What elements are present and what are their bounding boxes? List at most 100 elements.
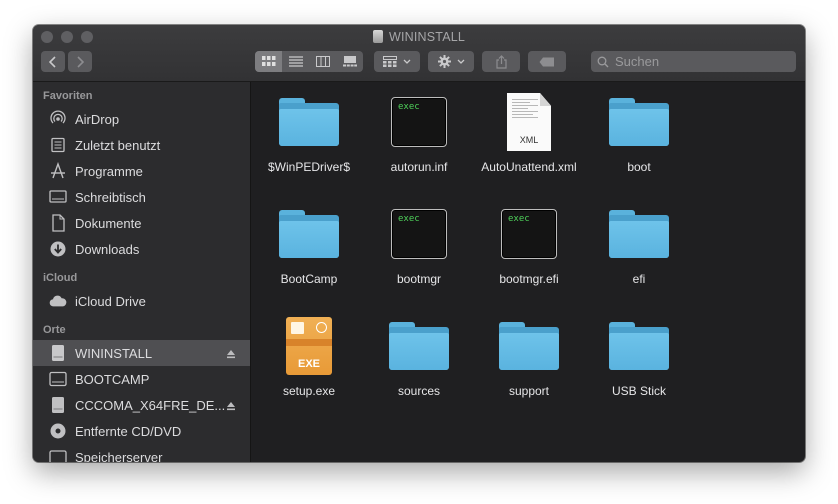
applications-icon	[49, 162, 67, 180]
sidebar-item-speicherserver[interactable]: Speicherserver	[33, 444, 250, 462]
share-icon	[495, 54, 507, 69]
server-icon	[49, 448, 67, 462]
file-item[interactable]: support	[474, 316, 584, 398]
sidebar-item-schreibtisch[interactable]: Schreibtisch	[33, 184, 250, 210]
file-item[interactable]: $WinPEDriver$	[254, 92, 364, 174]
sidebar-item-label: Dokumente	[75, 215, 142, 231]
sidebar-item-label: Programme	[75, 163, 143, 179]
file-name: support	[508, 384, 550, 398]
chevron-left-icon	[49, 55, 56, 68]
forward-button[interactable]	[68, 51, 92, 72]
sidebar-item-zuletzt-benutzt[interactable]: Zuletzt benutzt	[33, 132, 250, 158]
view-switcher	[255, 51, 363, 72]
sidebar-item-cccoma[interactable]: CCCOMA_X64FRE_DE...	[33, 392, 250, 418]
sidebar-item-label: CCCOMA_X64FRE_DE...	[75, 397, 226, 413]
file-name: boot	[627, 160, 651, 174]
sidebar-item-label: Speicherserver	[75, 449, 163, 463]
sidebar-item-label: Downloads	[75, 241, 140, 257]
file-item[interactable]: exec bootmgr.efi	[474, 204, 584, 286]
sidebar-item-label: Schreibtisch	[75, 189, 146, 205]
file-grid: $WinPEDriver$ exec autorun.inf XML AutoU…	[251, 82, 805, 462]
folder-icon	[254, 92, 364, 152]
cd-icon	[49, 422, 67, 440]
sidebar-item-airdrop[interactable]: AirDrop	[33, 106, 250, 132]
file-item[interactable]: sources	[364, 316, 474, 398]
eject-icon[interactable]	[226, 399, 236, 414]
sidebar-item-bootcamp[interactable]: BOOTCAMP	[33, 366, 250, 392]
file-item[interactable]: EXE setup.exe	[254, 316, 364, 398]
grid-icon	[261, 56, 275, 66]
cloud-icon	[49, 292, 67, 310]
recents-icon	[49, 136, 67, 154]
sidebar-item-icloud-drive[interactable]: iCloud Drive	[33, 288, 250, 314]
folder-icon	[584, 316, 694, 376]
sidebar-item-entfernte-cd-dvd[interactable]: Entfernte CD/DVD	[33, 418, 250, 444]
list-view-button[interactable]	[282, 51, 309, 72]
folder-icon	[584, 92, 694, 152]
file-item[interactable]: exec bootmgr	[364, 204, 474, 286]
list-icon	[288, 56, 303, 67]
finder-window: WININSTALL Suchen Favoriten AirDrop Zule…	[33, 25, 805, 462]
file-name: AutoUnattend.xml	[481, 160, 577, 174]
exec-icon: exec	[364, 204, 474, 264]
sidebar-section-orte: Orte	[43, 324, 66, 336]
folder-icon	[474, 316, 584, 376]
icon-view-button[interactable]	[255, 51, 282, 72]
file-item[interactable]: efi	[584, 204, 694, 286]
downloads-icon	[49, 240, 67, 258]
sidebar-item-dokumente[interactable]: Dokumente	[33, 210, 250, 236]
file-name: USB Stick	[611, 384, 666, 398]
chevron-right-icon	[77, 55, 84, 68]
tags-button[interactable]	[528, 51, 566, 72]
file-item[interactable]: exec autorun.inf	[364, 92, 474, 174]
sidebar-section-icloud: iCloud	[43, 272, 78, 284]
disk-icon	[49, 370, 67, 388]
search-icon	[597, 56, 609, 67]
disk-title-icon	[372, 30, 383, 43]
disk-icon	[49, 344, 67, 362]
exec-icon: exec	[364, 92, 474, 152]
exec-icon: exec	[474, 204, 584, 264]
group-button[interactable]	[374, 51, 420, 72]
folder-icon	[254, 204, 364, 264]
file-name: efi	[632, 272, 646, 286]
file-name: bootmgr	[396, 272, 442, 286]
sidebar-section-favoriten: Favoriten	[43, 90, 93, 102]
file-name: sources	[397, 384, 441, 398]
disk-icon	[49, 396, 67, 414]
back-button[interactable]	[41, 51, 65, 72]
sidebar-item-downloads[interactable]: Downloads	[33, 236, 250, 262]
sidebar-item-label: iCloud Drive	[75, 293, 146, 309]
sidebar-item-label: BOOTCAMP	[75, 371, 150, 387]
share-button[interactable]	[482, 51, 520, 72]
gallery-view-button[interactable]	[336, 51, 363, 72]
sidebar-item-label: Entfernte CD/DVD	[75, 423, 182, 439]
sidebar-item-label: AirDrop	[75, 111, 120, 127]
window-title: WININSTALL	[388, 30, 466, 44]
columns-icon	[315, 56, 330, 67]
folder-icon	[364, 316, 474, 376]
action-button[interactable]	[428, 51, 474, 72]
file-item[interactable]: BootCamp	[254, 204, 364, 286]
file-item[interactable]: boot	[584, 92, 694, 174]
file-name: autorun.inf	[390, 160, 448, 174]
sidebar-item-programme[interactable]: Programme	[33, 158, 250, 184]
file-name: bootmgr.efi	[499, 272, 559, 286]
chevron-down-icon	[403, 59, 411, 64]
file-name: BootCamp	[280, 272, 338, 286]
search-placeholder: Suchen	[615, 54, 660, 69]
file-item[interactable]: XML AutoUnattend.xml	[474, 92, 584, 174]
search-field[interactable]: Suchen	[591, 51, 796, 72]
file-item[interactable]: USB Stick	[584, 316, 694, 398]
column-view-button[interactable]	[309, 51, 336, 72]
window-title-area: WININSTALL	[33, 30, 805, 44]
eject-icon[interactable]	[226, 347, 236, 362]
airdrop-icon	[49, 110, 67, 128]
sidebar: Favoriten AirDrop Zuletzt benutzt Progra…	[33, 82, 251, 462]
sidebar-item-label: WININSTALL	[75, 345, 153, 361]
file-name: $WinPEDriver$	[267, 160, 351, 174]
sidebar-item-wininstall[interactable]: WININSTALL	[33, 340, 250, 366]
group-grid-icon	[383, 56, 397, 67]
gear-icon	[437, 55, 451, 68]
documents-icon	[49, 214, 67, 232]
